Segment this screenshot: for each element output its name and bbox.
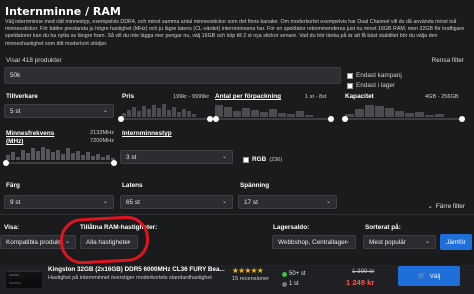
price-slider-track[interactable] bbox=[122, 118, 210, 120]
package-range: 1 st - 8st bbox=[305, 94, 327, 100]
frequency-slider-min-handle[interactable] bbox=[3, 160, 9, 166]
campaign-checkbox[interactable]: Endast kampanj bbox=[347, 72, 402, 79]
color-select[interactable]: 9 st ⌄ bbox=[4, 195, 114, 209]
frequency-histogram bbox=[6, 146, 115, 160]
current-price: 1 249 kr bbox=[346, 278, 375, 287]
package-slider-track[interactable] bbox=[215, 118, 332, 120]
frequency-slider-max-handle[interactable] bbox=[111, 160, 117, 166]
sort-label: Sorterat på: bbox=[365, 224, 401, 231]
product-name[interactable]: Kingston 32GB (2x16GB) DDR5 6000MHz CL36… bbox=[48, 266, 225, 273]
chevron-down-icon: ⌄ bbox=[427, 203, 433, 210]
latency-select-value: 65 st bbox=[126, 199, 140, 206]
rgb-label: RGB bbox=[252, 156, 267, 163]
memtype-select[interactable]: 3 st ⌄ bbox=[120, 150, 233, 164]
rgb-checkbox[interactable]: RGB (236) bbox=[243, 156, 282, 163]
manufacturer-select[interactable]: 5 st ⌄ bbox=[4, 104, 114, 118]
package-slider-min-handle[interactable] bbox=[213, 116, 219, 122]
chevron-down-icon: ⌄ bbox=[102, 199, 108, 205]
color-select-value: 9 st bbox=[10, 199, 21, 206]
capacity-slider-track[interactable] bbox=[345, 118, 460, 120]
chevron-down-icon: ⌄ bbox=[102, 108, 108, 114]
in-stock-checkbox-label: Endast i lager bbox=[356, 82, 396, 89]
stock-select-value: Webbshop, Centrallager bbox=[278, 239, 347, 246]
product-count: Visar 418 produkter bbox=[6, 57, 62, 64]
chevron-down-icon: ⌄ bbox=[344, 239, 350, 245]
stock-label: Lagersaldo: bbox=[273, 224, 310, 231]
package-max: 8st bbox=[319, 94, 327, 100]
show-select-value: Kompatibla produkt bbox=[6, 239, 62, 246]
page-title: Internminne / RAM bbox=[5, 5, 121, 18]
manufacturer-filter-label: Tillverkare bbox=[6, 93, 38, 100]
capacity-max: 256GB bbox=[441, 94, 459, 100]
ram-product-image[interactable] bbox=[4, 266, 44, 292]
in-stock-dot-icon bbox=[282, 271, 287, 277]
sort-select-value: Mest populär bbox=[369, 239, 406, 246]
voltage-select[interactable]: 17 st ⌄ bbox=[238, 195, 337, 209]
price-min: 199kr bbox=[173, 94, 187, 100]
review-count[interactable]: 15 recensioner bbox=[232, 276, 269, 282]
campaign-checkbox-label: Endast kampanj bbox=[356, 72, 402, 79]
price-histogram bbox=[122, 103, 196, 117]
rating-stars-icon: ★★★★★ bbox=[232, 266, 264, 275]
frequency-max: 7200MHz bbox=[90, 138, 114, 144]
memtype-filter-label: Internminnestyp bbox=[122, 130, 172, 137]
chevron-down-icon: ⌄ bbox=[325, 199, 331, 205]
show-label: Visa: bbox=[4, 224, 20, 231]
package-histogram bbox=[215, 103, 313, 117]
price-slider-min-handle[interactable] bbox=[118, 116, 124, 122]
sort-select[interactable]: Mest populär ⌄ bbox=[363, 235, 436, 249]
price-max: 9999kr bbox=[191, 94, 210, 100]
checkbox-icon[interactable] bbox=[347, 72, 353, 79]
old-price: 1 399 kr bbox=[352, 268, 375, 275]
choose-button[interactable]: 🛒 Välj bbox=[398, 266, 460, 286]
frequency-filter-label: Minnesfrekvens (MHz) bbox=[6, 130, 55, 145]
fewer-filters-button[interactable]: ⌄ Färre filter bbox=[427, 202, 465, 211]
capacity-range: 4GB - 256GB bbox=[425, 94, 459, 100]
manufacturer-select-value: 5 st bbox=[10, 108, 21, 115]
checkbox-icon[interactable] bbox=[243, 156, 249, 163]
store-stock-dot-icon bbox=[282, 281, 287, 287]
package-filter-label: Antal per förpackning bbox=[215, 93, 282, 100]
latency-select[interactable]: 65 st ⌄ bbox=[120, 195, 233, 209]
frequency-slider-track[interactable] bbox=[6, 162, 114, 164]
voltage-select-value: 17 st bbox=[244, 199, 258, 206]
capacity-slider-max-handle[interactable] bbox=[459, 116, 465, 122]
color-filter-label: Färg bbox=[6, 182, 20, 189]
product-description: Hastighet på internminnet överstiger mod… bbox=[48, 275, 212, 281]
reset-filter-link[interactable]: Rensa filter bbox=[432, 57, 464, 64]
rgb-count: (236) bbox=[269, 156, 283, 163]
frequency-min: 2133MHz bbox=[90, 130, 114, 136]
stock-select[interactable]: Webbshop, Centrallager ⌄ bbox=[272, 235, 356, 249]
chevron-down-icon: ⌄ bbox=[221, 199, 227, 205]
price-filter-label: Pris bbox=[122, 93, 135, 100]
stock-online: 50+ st bbox=[282, 271, 306, 277]
voltage-filter-label: Spänning bbox=[240, 182, 270, 189]
package-slider-max-handle[interactable] bbox=[328, 116, 334, 122]
capacity-min: 4GB bbox=[425, 94, 437, 100]
chevron-down-icon: ⌄ bbox=[424, 239, 430, 245]
fewer-filters-label: Färre filter bbox=[435, 202, 465, 210]
memtype-select-value: 3 st bbox=[126, 154, 137, 161]
stock-store: 1 st bbox=[282, 281, 299, 287]
in-stock-checkbox[interactable]: Endast i lager bbox=[347, 82, 395, 89]
chevron-down-icon: ⌄ bbox=[221, 154, 227, 160]
annotation-circle bbox=[58, 214, 151, 266]
stock-store-value: 1 st bbox=[289, 281, 299, 287]
search-input[interactable]: 50k bbox=[4, 67, 341, 84]
cart-icon: 🛒 bbox=[417, 273, 426, 280]
price-range: 199kr - 9999kr bbox=[173, 94, 210, 100]
capacity-histogram bbox=[345, 103, 444, 117]
compare-button[interactable]: Jämför bbox=[440, 234, 472, 250]
package-min: 1 st bbox=[305, 94, 315, 100]
capacity-slider-min-handle[interactable] bbox=[342, 116, 348, 122]
capacity-filter-label: Kapacitet bbox=[345, 93, 374, 100]
latency-filter-label: Latens bbox=[122, 182, 143, 189]
divider bbox=[0, 214, 474, 215]
choose-button-label: Välj bbox=[429, 272, 441, 280]
category-description: Välj internminne med rätt minnestyp, exe… bbox=[5, 19, 465, 47]
stock-online-value: 50+ st bbox=[289, 271, 306, 277]
checkbox-icon[interactable] bbox=[347, 82, 353, 89]
